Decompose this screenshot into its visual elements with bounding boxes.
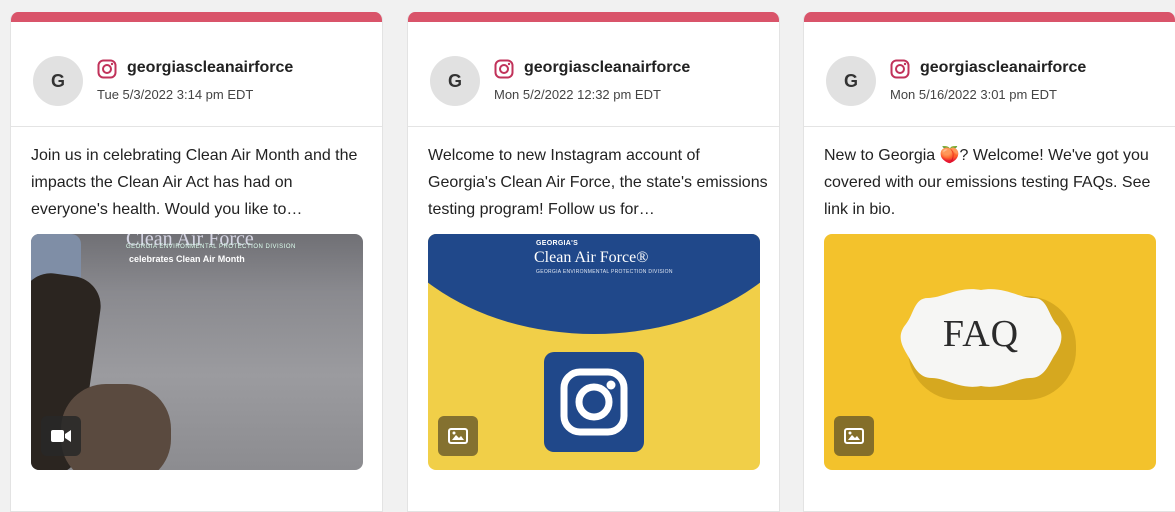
video-icon — [41, 416, 81, 456]
post-card[interactable]: G georgiascleanairforce Mon 5/16/2022 3:… — [803, 12, 1175, 512]
post-media-video[interactable]: Clean Air Force GEORGIA ENVIRONMENTAL PR… — [31, 234, 363, 470]
username[interactable]: georgiascleanairforce — [524, 59, 690, 77]
post-feed: G georgiascleanairforce Tue 5/3/2022 3:1… — [0, 0, 1175, 512]
media-brand-sub: GEORGIA ENVIRONMENTAL PROTECTION DIVISIO… — [536, 269, 673, 275]
avatar[interactable]: G — [826, 56, 876, 106]
post-media-image[interactable]: GEORGIA'S Clean Air Force® GEORGIA ENVIR… — [428, 234, 760, 470]
post-header: G georgiascleanairforce Mon 5/2/2022 12:… — [408, 22, 779, 127]
avatar[interactable]: G — [33, 56, 83, 106]
media-brand-top: GEORGIA'S — [536, 240, 579, 247]
image-icon — [438, 416, 478, 456]
instagram-icon — [494, 59, 514, 79]
post-text: Join us in celebrating Clean Air Month a… — [31, 147, 358, 218]
post-header: G georgiascleanairforce Mon 5/16/2022 3:… — [804, 22, 1175, 127]
username[interactable]: georgiascleanairforce — [920, 59, 1086, 77]
username[interactable]: georgiascleanairforce — [127, 59, 293, 77]
media-caption-text: celebrates Clean Air Month — [129, 254, 245, 264]
post-text: New to Georgia 🍑? Welcome! We've got you… — [824, 147, 1151, 218]
faq-text: FAQ — [942, 313, 1020, 355]
image-icon — [834, 416, 874, 456]
card-accent-bar — [804, 12, 1175, 22]
post-media-image[interactable]: FAQ — [824, 234, 1156, 470]
post-header: G georgiascleanairforce Tue 5/3/2022 3:1… — [11, 22, 382, 127]
media-brand-main: Clean Air Force® — [534, 249, 649, 266]
card-accent-bar — [11, 12, 382, 22]
instagram-icon — [890, 59, 910, 79]
card-accent-bar — [408, 12, 779, 22]
post-timestamp: Tue 5/3/2022 3:14 pm EDT — [97, 87, 254, 102]
media-caption-sub: GEORGIA ENVIRONMENTAL PROTECTION DIVISIO… — [126, 244, 296, 250]
post-card[interactable]: G georgiascleanairforce Mon 5/2/2022 12:… — [407, 12, 780, 512]
avatar[interactable]: G — [430, 56, 480, 106]
post-text: Welcome to new Instagram account of Geor… — [428, 147, 768, 218]
instagram-logo-icon — [544, 352, 644, 452]
post-timestamp: Mon 5/16/2022 3:01 pm EDT — [890, 87, 1057, 102]
post-card[interactable]: G georgiascleanairforce Tue 5/3/2022 3:1… — [10, 12, 383, 512]
post-timestamp: Mon 5/2/2022 12:32 pm EDT — [494, 87, 661, 102]
instagram-icon — [97, 59, 117, 79]
